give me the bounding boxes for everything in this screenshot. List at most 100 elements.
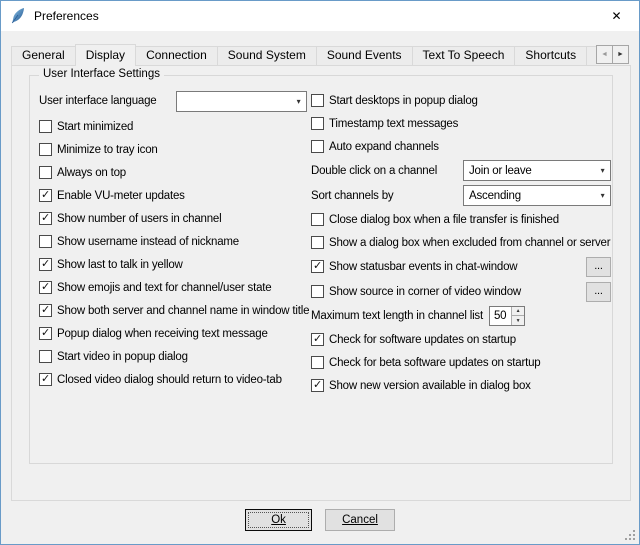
checkbox-row[interactable]: Show a dialog box when excluded from cha… [311,231,611,254]
tab-display[interactable]: Display [75,44,136,66]
checkbox-row[interactable]: Start desktops in popup dialog [311,89,611,112]
spinner-up-icon[interactable]: ▲ [512,307,524,316]
max-text-length-spinner[interactable]: 50 ▲ ▼ [489,306,525,326]
statusbar-events-row[interactable]: Show statusbar events in chat-window ... [311,254,611,279]
language-select[interactable]: ▾ [176,91,307,112]
tab-sound-events[interactable]: Sound Events [316,46,413,65]
checkbox-row[interactable]: Show both server and channel name in win… [39,299,307,322]
checkbox-row[interactable]: Check for beta software updates on start… [311,351,611,374]
checkbox[interactable] [311,285,324,298]
spinner-value: 50 [490,307,511,325]
tab-shortcuts[interactable]: Shortcuts [514,46,587,65]
checkbox-label: Show statusbar events in chat-window [329,261,517,273]
checkbox-label: Start video in popup dialog [57,351,188,363]
checkbox-row[interactable]: Close dialog box when a file transfer is… [311,208,611,231]
double-click-select[interactable]: Join or leave ▾ [463,160,611,181]
checkbox[interactable] [311,356,324,369]
ok-button[interactable]: Ok [245,509,312,531]
video-source-ellipsis-button[interactable]: ... [586,282,611,302]
checkbox-label: Popup dialog when receiving text message [57,328,268,340]
checkbox[interactable] [39,258,52,271]
tab-strip: General Display Connection Sound System … [11,42,596,66]
checkbox[interactable] [39,304,52,317]
sort-channels-select[interactable]: Ascending ▾ [463,185,611,206]
tab-text-to-speech[interactable]: Text To Speech [412,46,516,65]
checkbox-label: Show emojis and text for channel/user st… [57,282,272,294]
checkbox[interactable] [39,327,52,340]
spinner-down-icon[interactable]: ▼ [512,316,524,325]
sort-channels-row: Sort channels by Ascending ▾ [311,183,611,208]
double-click-select-value: Join or leave [469,165,595,177]
window-title: Preferences [34,9,99,23]
cancel-button[interactable]: Cancel [325,509,395,531]
checkbox[interactable] [39,143,52,156]
checkbox-row[interactable]: Enable VU-meter updates [39,184,307,207]
checkbox[interactable] [311,140,324,153]
language-row: User interface language ▾ [39,89,307,113]
double-click-row: Double click on a channel Join or leave … [311,158,611,183]
checkbox[interactable] [311,333,324,346]
checkbox[interactable] [39,212,52,225]
checkbox[interactable] [311,94,324,107]
checkbox[interactable] [311,236,324,249]
spinner-buttons: ▲ ▼ [511,307,524,325]
checkbox[interactable] [39,166,52,179]
title-bar[interactable]: Preferences ✕ [1,1,639,31]
checkbox[interactable] [39,373,52,386]
chevron-down-icon: ▾ [595,191,610,200]
chevron-down-icon: ▾ [595,166,610,175]
checkbox[interactable] [39,350,52,363]
checkbox[interactable] [311,260,324,273]
checkbox[interactable] [39,281,52,294]
language-label: User interface language [39,95,157,107]
checkbox-row[interactable]: Timestamp text messages [311,112,611,135]
checkbox-row[interactable]: Show new version available in dialog box [311,374,611,397]
checkbox-label: Check for beta software updates on start… [329,357,541,369]
right-column: Start desktops in popup dialog Timestamp… [311,89,611,397]
checkbox-row[interactable]: Start minimized [39,115,307,138]
checkbox-row[interactable]: Start video in popup dialog [39,345,307,368]
close-icon[interactable]: ✕ [594,1,639,31]
checkbox-row[interactable]: Show emojis and text for channel/user st… [39,276,307,299]
resize-grip[interactable] [624,529,636,541]
checkbox-label: Enable VU-meter updates [57,190,185,202]
tab-scroll-left-icon[interactable]: ◄ [596,45,613,64]
chevron-down-icon: ▾ [291,97,306,106]
checkbox-row[interactable]: Closed video dialog should return to vid… [39,368,307,391]
tab-general[interactable]: General [11,46,76,65]
checkbox-row[interactable]: Show number of users in channel [39,207,307,230]
tab-connection[interactable]: Connection [135,46,218,65]
checkbox-row[interactable]: Show last to talk in yellow [39,253,307,276]
checkbox-label: Show last to talk in yellow [57,259,183,271]
checkbox-label: Minimize to tray icon [57,144,158,156]
tab-video[interactable]: Video [586,46,596,65]
user-interface-settings-group: User Interface Settings User interface l… [29,75,613,464]
checkbox-label: Timestamp text messages [329,118,458,130]
sort-channels-select-value: Ascending [469,190,595,202]
checkbox-row[interactable]: Popup dialog when receiving text message [39,322,307,345]
checkbox-row[interactable]: Check for software updates on startup [311,328,611,351]
tab-sound-system[interactable]: Sound System [217,46,317,65]
statusbar-events-ellipsis-button[interactable]: ... [586,257,611,277]
display-tab-panel: User Interface Settings User interface l… [11,65,631,501]
checkbox-label: Always on top [57,167,126,179]
checkbox-label: Closed video dialog should return to vid… [57,374,282,386]
max-text-length-row: Maximum text length in channel list 50 ▲… [311,304,611,328]
video-source-row[interactable]: Show source in corner of video window ..… [311,279,611,304]
checkbox-row[interactable]: Always on top [39,161,307,184]
checkbox[interactable] [39,120,52,133]
checkbox-row[interactable]: Auto expand channels [311,135,611,158]
checkbox-row[interactable]: Show username instead of nickname [39,230,307,253]
checkbox-label: Show number of users in channel [57,213,221,225]
preferences-dialog: Preferences ✕ General Display Connection… [0,0,640,545]
group-title: User Interface Settings [39,68,164,80]
checkbox-row[interactable]: Minimize to tray icon [39,138,307,161]
checkbox[interactable] [311,117,324,130]
checkbox[interactable] [311,213,324,226]
checkbox[interactable] [39,189,52,202]
checkbox[interactable] [39,235,52,248]
checkbox-label: Show new version available in dialog box [329,380,531,392]
double-click-label: Double click on a channel [311,165,437,177]
tab-scroll-right-icon[interactable]: ► [612,45,629,64]
checkbox[interactable] [311,379,324,392]
